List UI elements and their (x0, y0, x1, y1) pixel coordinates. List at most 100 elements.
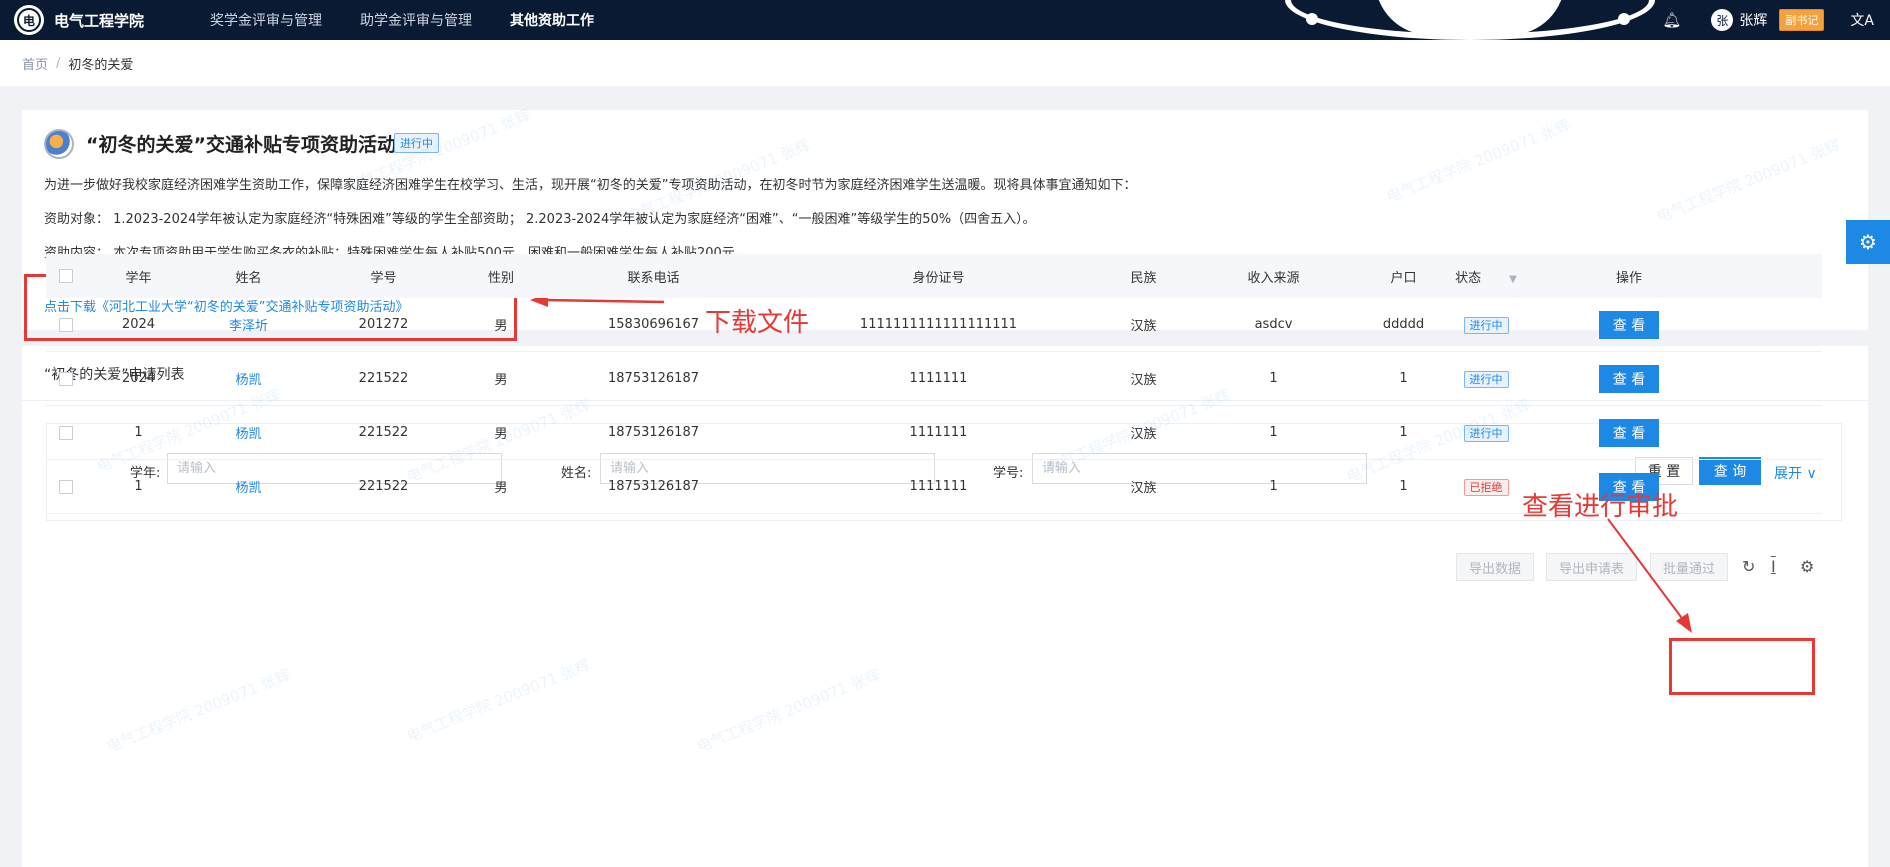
refresh-icon[interactable]: ↻ (1742, 557, 1755, 576)
activity-title: “初冬的关爱”交通补贴专项资助活动 (86, 134, 396, 156)
cell-status: 已拒绝 (1436, 478, 1536, 496)
cell-hukou: 1 (1399, 479, 1408, 494)
cell-status: 进行中 (1436, 424, 1536, 442)
col-status: 状态 ▼ (1436, 267, 1536, 286)
col-action: 操作 (1615, 270, 1642, 286)
cell-name-link[interactable]: 杨凯 (191, 369, 306, 388)
status-badge: 进行中 (1463, 370, 1509, 388)
col-income: 收入来源 (1247, 270, 1300, 286)
main-menu: 奖学金评审与管理 助学金评审与管理 其他资助工作 (210, 10, 632, 30)
cell-ethnic: 汉族 (1130, 373, 1157, 388)
col-phone: 联系电话 (627, 270, 680, 286)
table-row: 2024 李泽圻 201272 男 15830696167 1111111111… (46, 298, 1822, 352)
annotation-box-view (1669, 638, 1815, 695)
cell-name-link[interactable]: 杨凯 (191, 423, 306, 442)
cell-gender: 男 (494, 319, 508, 334)
cell-student-id: 221522 (358, 425, 409, 440)
cell-ethnic: 汉族 (1130, 481, 1157, 496)
cell-phone: 15830696167 (608, 317, 699, 332)
density-icon[interactable]: I (1771, 557, 1776, 576)
cell-gender: 男 (494, 481, 508, 496)
view-button[interactable]: 查 看 (1599, 310, 1659, 339)
cell-action: 查 看 (1536, 310, 1722, 339)
nav-item-other-aid[interactable]: 其他资助工作 (510, 10, 594, 30)
row-checkbox[interactable] (46, 425, 86, 440)
cell-income: asdcv (1254, 317, 1293, 332)
breadcrumb: 首页 / 初冬的关爱 (0, 40, 1890, 86)
row-checkbox[interactable] (46, 371, 86, 386)
cell-gender: 男 (494, 373, 508, 388)
table-row: 2024 杨凯 221522 男 18753126187 1111111 汉族 … (46, 352, 1822, 406)
row-checkbox[interactable] (46, 479, 86, 494)
cell-year: 2024 (121, 317, 156, 332)
table-header: 学年 姓名 学号 性别 联系电话 身份证号 民族 收入来源 户口 状态 ▼ 操作 (46, 254, 1822, 298)
bell-icon[interactable]: 🔔︎ (1662, 11, 1681, 29)
activity-status-badge: 进行中 (394, 133, 439, 153)
cell-id-card: 1111111 (909, 371, 968, 386)
brand-title[interactable]: 电气工程学院 (54, 10, 144, 31)
cell-year: 2024 (121, 371, 156, 386)
cell-ethnic: 汉族 (1130, 319, 1157, 334)
cell-id-card: 1111111111111111111 (859, 317, 1018, 332)
annotation-arrow-review (1607, 518, 1692, 633)
view-button[interactable]: 查 看 (1599, 364, 1659, 393)
cell-student-id: 201272 (358, 317, 409, 332)
cell-phone: 18753126187 (608, 479, 699, 494)
cell-phone: 18753126187 (608, 425, 699, 440)
export-data-button[interactable]: 导出数据 (1456, 553, 1535, 581)
col-student-id: 学号 (370, 270, 397, 286)
cell-student-id: 221522 (358, 479, 409, 494)
cell-id-card: 1111111 (909, 425, 968, 440)
col-year: 学年 (125, 270, 152, 286)
floating-settings-icon[interactable]: ⚙ (1846, 220, 1890, 264)
role-badge[interactable]: 副书记 (1779, 9, 1825, 31)
cell-status: 进行中 (1436, 370, 1536, 388)
breadcrumb-home[interactable]: 首页 (22, 54, 48, 73)
decorative-dot (1618, 13, 1630, 25)
breadcrumb-separator: / (56, 55, 61, 71)
top-nav: 电 电气工程学院 奖学金评审与管理 助学金评审与管理 其他资助工作 🔔︎ 张 张… (0, 0, 1890, 40)
nav-item-grant[interactable]: 助学金评审与管理 (360, 10, 472, 30)
col-name: 姓名 (235, 270, 262, 286)
nav-item-scholarship[interactable]: 奖学金评审与管理 (210, 10, 322, 30)
col-id-card: 身份证号 (912, 270, 965, 286)
username[interactable]: 张辉 (1739, 10, 1767, 30)
school-logo-icon[interactable]: 电 (14, 5, 44, 35)
cell-income: 1 (1269, 425, 1278, 440)
col-gender: 性别 (487, 270, 514, 286)
col-hukou: 户口 (1390, 270, 1417, 286)
logo-text: 电 (17, 8, 41, 32)
breadcrumb-current: 初冬的关爱 (68, 57, 134, 73)
cell-income: 1 (1269, 371, 1278, 386)
cell-year: 1 (134, 479, 143, 494)
cell-id-card: 1111111 (909, 479, 968, 494)
cell-name-link[interactable]: 杨凯 (191, 477, 306, 496)
language-icon[interactable]: 文A (1850, 10, 1874, 30)
settings-icon[interactable]: ⚙ (1800, 557, 1814, 576)
cell-student-id: 221522 (358, 371, 409, 386)
cell-gender: 男 (494, 427, 508, 442)
application-table: 学年 姓名 学号 性别 联系电话 身份证号 民族 收入来源 户口 状态 ▼ 操作 … (46, 254, 1822, 514)
view-button[interactable]: 查 看 (1599, 418, 1659, 447)
filter-icon[interactable]: ▼ (1509, 274, 1517, 285)
cell-ethnic: 汉族 (1130, 427, 1157, 442)
cell-hukou: 1 (1399, 425, 1408, 440)
cell-name-link[interactable]: 李泽圻 (191, 315, 306, 334)
col-status-label: 状态 (1455, 270, 1482, 286)
status-badge: 进行中 (1463, 316, 1509, 334)
select-all-checkbox[interactable] (46, 269, 86, 284)
cell-phone: 18753126187 (608, 371, 699, 386)
cell-year: 1 (134, 425, 143, 440)
cell-action: 查 看 (1536, 364, 1722, 393)
decorative-dot (1306, 13, 1318, 25)
activity-intro: 为进一步做好我校家庭经济困难学生资助工作，保障家庭经济困难学生在校学习、生活，现… (44, 178, 1137, 193)
cell-hukou: 1 (1399, 371, 1408, 386)
col-ethnic: 民族 (1130, 270, 1157, 286)
activity-target: 资助对象： 1.2023-2024学年被认定为家庭经济“特殊困难”等级的学生全部… (44, 212, 1036, 227)
table-row: 1 杨凯 221522 男 18753126187 1111111 汉族 1 1… (46, 406, 1822, 460)
row-checkbox[interactable] (46, 317, 86, 332)
user-area: 🔔︎ 张 张辉 副书记 文A (1662, 0, 1890, 40)
cell-income: 1 (1269, 479, 1278, 494)
avatar[interactable]: 张 (1711, 9, 1734, 31)
cell-action: 查 看 (1536, 418, 1722, 447)
